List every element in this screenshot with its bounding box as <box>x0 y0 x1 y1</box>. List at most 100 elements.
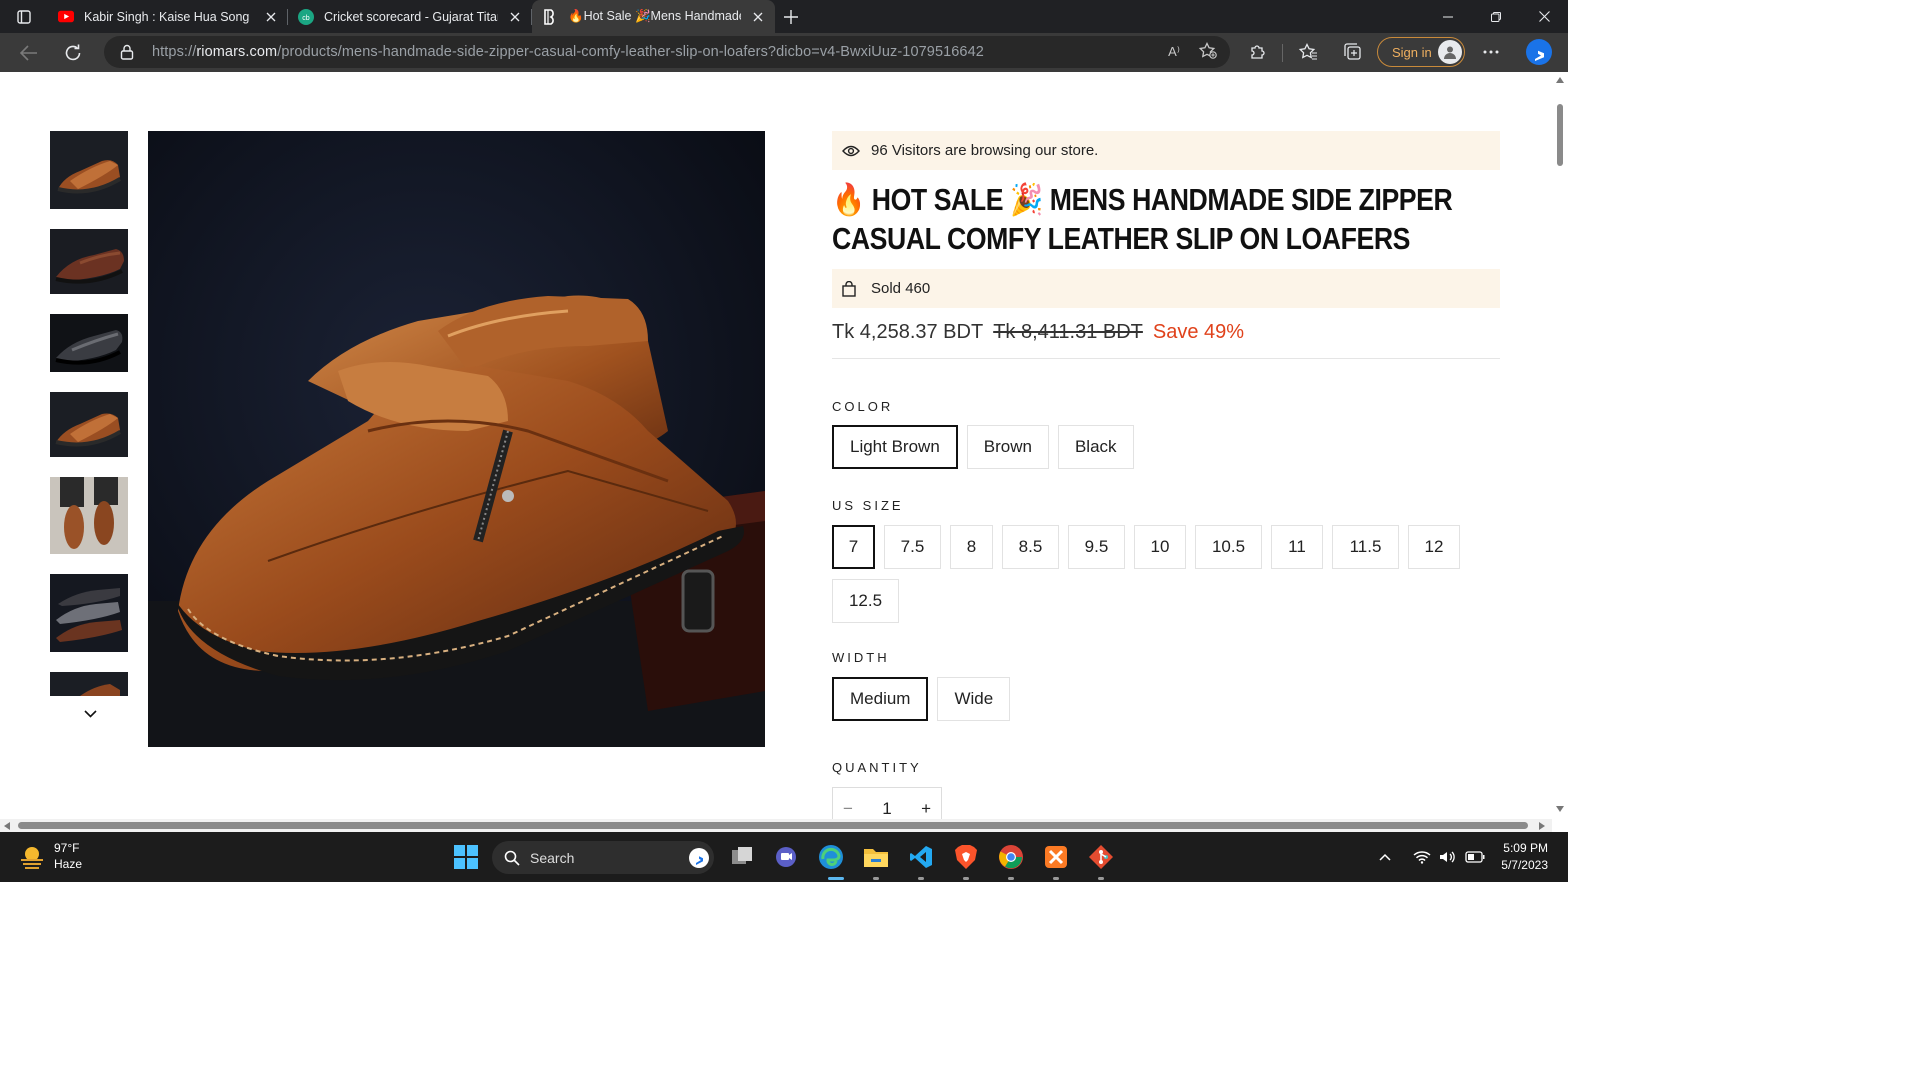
back-button[interactable] <box>12 36 46 70</box>
weather-widget[interactable]: 97°F Haze <box>18 840 82 872</box>
size-option-12[interactable]: 12 <box>1408 525 1460 569</box>
taskbar-search[interactable]: Search <box>492 841 714 874</box>
quantity-value[interactable]: 1 <box>882 799 891 819</box>
size-option-8-5[interactable]: 8.5 <box>1002 525 1059 569</box>
start-button[interactable] <box>452 843 480 871</box>
close-tab-icon[interactable] <box>508 10 522 24</box>
teams-chat-button[interactable] <box>772 843 800 871</box>
folder-icon <box>864 849 888 867</box>
vscode-icon <box>910 846 932 868</box>
refresh-button[interactable] <box>56 36 90 70</box>
star-add-icon <box>1198 41 1217 59</box>
close-window-button[interactable] <box>1520 0 1568 33</box>
size-option-11-5[interactable]: 11.5 <box>1332 525 1399 569</box>
volume-icon[interactable] <box>1439 850 1457 864</box>
wifi-icon[interactable] <box>1413 850 1431 864</box>
thumbnail-1[interactable] <box>50 131 128 209</box>
extensions-button[interactable] <box>1245 39 1271 65</box>
chat-icon <box>776 847 796 867</box>
search-icon <box>504 850 520 866</box>
site-logo-icon <box>542 8 558 25</box>
thumbnail-7[interactable] <box>50 672 128 696</box>
new-tab-button[interactable] <box>775 0 807 33</box>
close-tab-icon[interactable] <box>751 10 765 24</box>
address-bar[interactable]: https://riomars.com/products/mens-handma… <box>104 36 1230 68</box>
windows-taskbar: 97°F Haze Search 5:09 PM 5/7/2023 <box>0 832 1568 882</box>
tab-strip: Kabir Singh : Kaise Hua Song | Sh cb Cri… <box>0 0 1568 33</box>
size-option-7-5[interactable]: 7.5 <box>884 525 941 569</box>
width-option-medium[interactable]: Medium <box>832 677 929 721</box>
add-favorite-button[interactable] <box>1198 41 1218 63</box>
favorites-button[interactable] <box>1295 39 1321 65</box>
show-hidden-icons-button[interactable] <box>1379 853 1391 861</box>
file-explorer-button[interactable] <box>862 843 890 871</box>
vertical-scroll-thumb[interactable] <box>1557 104 1563 166</box>
url-prefix: https:// <box>152 44 197 60</box>
size-option-11[interactable]: 11 <box>1271 525 1323 569</box>
product-info-panel: 96 Visitors are browsing our store. 🔥 HO… <box>832 131 1500 819</box>
collections-button[interactable] <box>1340 39 1366 65</box>
size-option-7[interactable]: 7 <box>832 525 875 569</box>
clock-time: 5:09 PM <box>1503 841 1548 855</box>
thumbnail-scroll-down-button[interactable] <box>80 704 100 724</box>
visitors-text: 96 Visitors are browsing our store. <box>871 142 1099 159</box>
thumbnail-5[interactable] <box>50 477 128 554</box>
thumbnail-2[interactable] <box>50 229 128 294</box>
chrome-button[interactable] <box>997 843 1025 871</box>
chrome-icon <box>999 845 1023 869</box>
edge-taskbar-button[interactable] <box>817 843 845 871</box>
product-main-image[interactable] <box>148 131 765 747</box>
scroll-up-icon[interactable] <box>1555 76 1565 84</box>
sign-in-button[interactable]: Sign in <box>1377 37 1465 67</box>
running-app-indicator <box>873 877 879 880</box>
xampp-button[interactable] <box>1042 843 1070 871</box>
clock[interactable]: 5:09 PM 5/7/2023 <box>1501 840 1548 874</box>
size-option-10-5[interactable]: 10.5 <box>1195 525 1262 569</box>
git-tool-button[interactable] <box>1087 843 1115 871</box>
collections-icon <box>1344 43 1361 60</box>
quantity-decrease-button[interactable]: − <box>843 799 853 819</box>
width-option-wide[interactable]: Wide <box>937 677 1011 721</box>
color-option-brown[interactable]: Brown <box>966 425 1049 469</box>
minimize-icon <box>1443 16 1453 17</box>
battery-icon[interactable] <box>1465 851 1485 863</box>
favorites-star-icon <box>1298 43 1317 60</box>
close-tab-icon[interactable] <box>264 10 278 24</box>
color-option-black[interactable]: Black <box>1057 425 1134 469</box>
horizontal-scroll-thumb[interactable] <box>18 822 1528 829</box>
minimize-button[interactable] <box>1424 0 1472 33</box>
thumbnail-6[interactable] <box>50 574 128 652</box>
size-option-9-5[interactable]: 9.5 <box>1068 525 1125 569</box>
tab-actions-button[interactable] <box>0 0 48 33</box>
color-option-light-brown[interactable]: Light Brown <box>832 425 958 469</box>
more-options-button[interactable] <box>1478 39 1504 65</box>
price-row: Tk 4,258.37 BDT Tk 8,411.31 BDT Save 49% <box>832 321 1244 344</box>
size-option-10[interactable]: 10 <box>1134 525 1186 569</box>
scroll-down-icon[interactable] <box>1555 805 1565 813</box>
read-aloud-button[interactable]: A⁾ <box>1168 44 1180 60</box>
tab-title: 🔥Hot Sale 🎉Mens Handmade <box>568 9 742 23</box>
lock-icon[interactable] <box>120 44 136 60</box>
scroll-left-icon[interactable] <box>3 821 11 831</box>
url-text[interactable]: https://riomars.com/products/mens-handma… <box>152 44 984 60</box>
brave-browser-button[interactable] <box>952 843 980 871</box>
vscode-button[interactable] <box>907 843 935 871</box>
thumbnail-4[interactable] <box>50 392 128 457</box>
size-option-12-5[interactable]: 12.5 <box>832 579 899 623</box>
more-icon <box>1483 50 1499 54</box>
scroll-right-icon[interactable] <box>1538 821 1546 831</box>
quantity-increase-button[interactable]: + <box>921 799 931 819</box>
edge-icon <box>819 845 843 869</box>
horizontal-scrollbar[interactable] <box>0 819 1552 832</box>
size-option-8[interactable]: 8 <box>950 525 993 569</box>
tab-cricket[interactable]: cb Cricket scorecard - Gujarat Titans <box>288 0 532 33</box>
task-view-button[interactable] <box>728 843 756 871</box>
thumbnail-3[interactable] <box>50 314 128 372</box>
toolbar-divider <box>1282 44 1283 62</box>
vertical-scrollbar[interactable] <box>1552 72 1568 819</box>
product-title: 🔥 HOT SALE 🎉 MENS HANDMADE SIDE ZIPPER C… <box>832 182 1453 256</box>
restore-button[interactable] <box>1472 0 1520 33</box>
tab-youtube[interactable]: Kabir Singh : Kaise Hua Song | Sh <box>48 0 288 33</box>
bing-chat-button[interactable] <box>1524 37 1554 67</box>
tab-riomars[interactable]: 🔥Hot Sale 🎉Mens Handmade <box>532 0 775 33</box>
